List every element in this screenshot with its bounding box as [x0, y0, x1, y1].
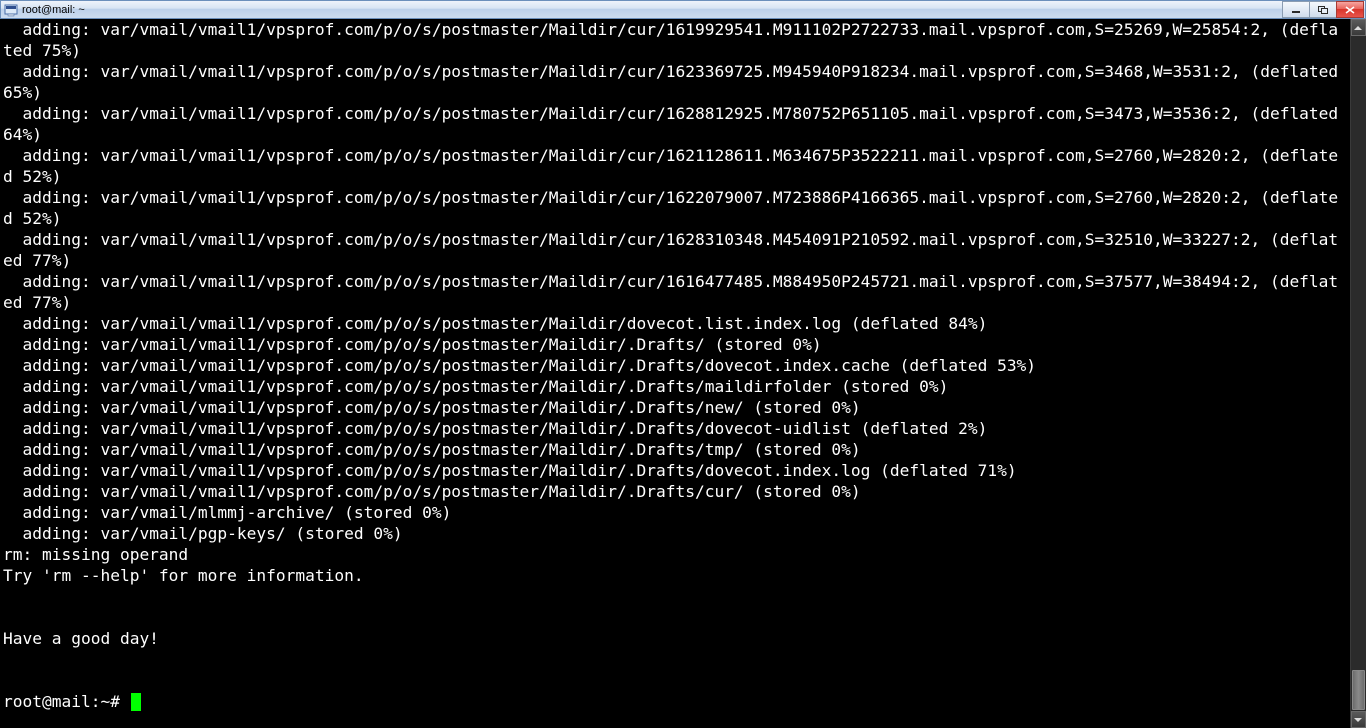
terminal-line: adding: var/vmail/vmail1/vpsprof.com/p/o… [3, 187, 1348, 229]
window-controls [1283, 1, 1364, 18]
cursor [131, 693, 141, 711]
terminal-line: adding: var/vmail/vmail1/vpsprof.com/p/o… [3, 481, 1348, 502]
terminal-line: rm: missing operand [3, 544, 1348, 565]
scrollbar[interactable] [1350, 19, 1366, 728]
maximize-button[interactable] [1309, 1, 1337, 18]
terminal-area: adding: var/vmail/vmail1/vpsprof.com/p/o… [0, 19, 1366, 728]
terminal-line: adding: var/vmail/vmail1/vpsprof.com/p/o… [3, 355, 1348, 376]
terminal-line: adding: var/vmail/vmail1/vpsprof.com/p/o… [3, 334, 1348, 355]
terminal-line: adding: var/vmail/pgp-keys/ (stored 0%) [3, 523, 1348, 544]
terminal-line: Try 'rm --help' for more information. [3, 565, 1348, 586]
minimize-button[interactable] [1282, 1, 1310, 18]
terminal-line: adding: var/vmail/vmail1/vpsprof.com/p/o… [3, 376, 1348, 397]
putty-icon [3, 2, 19, 18]
terminal-line: adding: var/vmail/vmail1/vpsprof.com/p/o… [3, 145, 1348, 187]
terminal-line: adding: var/vmail/vmail1/vpsprof.com/p/o… [3, 418, 1348, 439]
titlebar[interactable]: root@mail: ~ [0, 0, 1366, 19]
scroll-thumb[interactable] [1352, 670, 1365, 710]
terminal-line: Have a good day! [3, 628, 1348, 649]
scroll-up-button[interactable] [1351, 19, 1366, 36]
window-title: root@mail: ~ [22, 4, 85, 16]
prompt-line[interactable]: root@mail:~# [3, 691, 1348, 712]
terminal-line: adding: var/vmail/vmail1/vpsprof.com/p/o… [3, 460, 1348, 481]
prompt-text: root@mail:~# [3, 691, 130, 712]
terminal[interactable]: adding: var/vmail/vmail1/vpsprof.com/p/o… [0, 19, 1350, 728]
terminal-line: adding: var/vmail/vmail1/vpsprof.com/p/o… [3, 61, 1348, 103]
terminal-line: adding: var/vmail/vmail1/vpsprof.com/p/o… [3, 271, 1348, 313]
terminal-line [3, 607, 1348, 628]
terminal-line: adding: var/vmail/vmail1/vpsprof.com/p/o… [3, 229, 1348, 271]
scroll-down-button[interactable] [1351, 711, 1366, 728]
terminal-line: adding: var/vmail/vmail1/vpsprof.com/p/o… [3, 439, 1348, 460]
terminal-line [3, 670, 1348, 691]
terminal-line: adding: var/vmail/vmail1/vpsprof.com/p/o… [3, 103, 1348, 145]
terminal-line [3, 586, 1348, 607]
terminal-line: adding: var/vmail/vmail1/vpsprof.com/p/o… [3, 19, 1348, 61]
putty-window: root@mail: ~ adding: var/vmail/vmail1/vp… [0, 0, 1366, 728]
terminal-line: adding: var/vmail/vmail1/vpsprof.com/p/o… [3, 313, 1348, 334]
terminal-line [3, 649, 1348, 670]
close-button[interactable] [1336, 1, 1364, 18]
terminal-line: adding: var/vmail/mlmmj-archive/ (stored… [3, 502, 1348, 523]
terminal-line: adding: var/vmail/vmail1/vpsprof.com/p/o… [3, 397, 1348, 418]
